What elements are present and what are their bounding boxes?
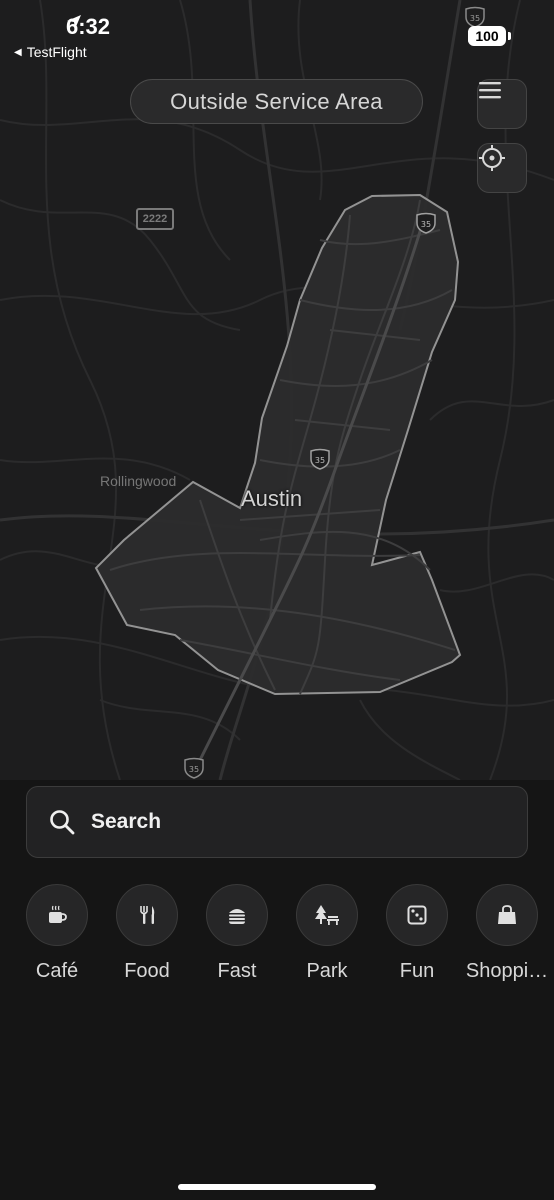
category-food[interactable]: Food bbox=[102, 884, 192, 983]
category-label: Café bbox=[35, 960, 79, 982]
map-view[interactable]: 35 35 35 35 2222 Rollingwood Austin 6:32… bbox=[0, 0, 554, 780]
svg-text:35: 35 bbox=[189, 765, 199, 774]
back-triangle-icon: ◀ bbox=[14, 46, 22, 58]
crosshair-icon bbox=[479, 145, 505, 171]
interstate-35-shield-icon: 35 bbox=[310, 448, 330, 470]
category-fast[interactable]: Fast bbox=[192, 884, 282, 983]
home-indicator[interactable] bbox=[178, 1184, 376, 1190]
city-label: Austin bbox=[241, 486, 303, 511]
dice-icon bbox=[407, 905, 427, 925]
category-label: Fast bbox=[217, 960, 257, 982]
town-label: Rollingwood bbox=[100, 473, 177, 489]
coffee-icon bbox=[49, 905, 67, 923]
search-icon bbox=[50, 810, 75, 835]
category-park[interactable]: Park bbox=[282, 884, 372, 983]
category-food-circle bbox=[116, 884, 178, 946]
back-to-app[interactable]: ◀ TestFlight bbox=[14, 44, 87, 60]
burger-icon bbox=[229, 909, 245, 924]
interstate-35-shield-icon: 35 bbox=[416, 212, 436, 234]
tree-bench-icon bbox=[315, 905, 339, 925]
search-bar[interactable]: Search bbox=[26, 786, 528, 858]
category-shopping-circle bbox=[476, 884, 538, 946]
shopping-bag-icon bbox=[498, 905, 516, 924]
battery-icon: 100 bbox=[468, 26, 511, 46]
svg-text:35: 35 bbox=[470, 14, 480, 23]
category-cafe[interactable]: Café bbox=[12, 884, 102, 983]
fork-knife-icon bbox=[140, 906, 155, 924]
interstate-35-shield-icon: 35 bbox=[465, 6, 485, 28]
category-label: Shoppi… bbox=[465, 960, 549, 982]
category-shopping[interactable]: Shoppi… bbox=[462, 884, 552, 983]
battery-level: 100 bbox=[475, 28, 499, 44]
category-label: Park bbox=[306, 960, 348, 982]
service-area-label: Outside Service Area bbox=[170, 88, 383, 114]
category-fun[interactable]: Fun bbox=[372, 884, 462, 983]
locate-me-button[interactable] bbox=[477, 143, 527, 193]
back-app-label: TestFlight bbox=[26, 44, 87, 60]
interstate-35-shield-icon: 35 bbox=[184, 757, 204, 779]
category-park-circle bbox=[296, 884, 358, 946]
service-area-polygon bbox=[94, 193, 462, 696]
route-2222-shield: 2222 bbox=[136, 208, 174, 230]
category-label: Food bbox=[124, 960, 170, 982]
category-fast-circle bbox=[206, 884, 268, 946]
category-cafe-circle bbox=[26, 884, 88, 946]
svg-text:35: 35 bbox=[421, 220, 431, 229]
location-arrow-icon bbox=[67, 15, 81, 29]
category-row: Café Food Fast Park Fun Shoppi… bbox=[0, 884, 554, 984]
svg-text:35: 35 bbox=[315, 456, 325, 465]
service-area-status-pill[interactable]: Outside Service Area bbox=[130, 79, 423, 124]
search-label: Search bbox=[91, 810, 162, 833]
category-fun-circle bbox=[386, 884, 448, 946]
category-label: Fun bbox=[399, 960, 435, 982]
hamburger-icon bbox=[479, 82, 501, 99]
menu-button[interactable] bbox=[477, 79, 527, 129]
status-time: 6:32 bbox=[66, 14, 110, 40]
status-indicators: 100 bbox=[468, 26, 511, 46]
